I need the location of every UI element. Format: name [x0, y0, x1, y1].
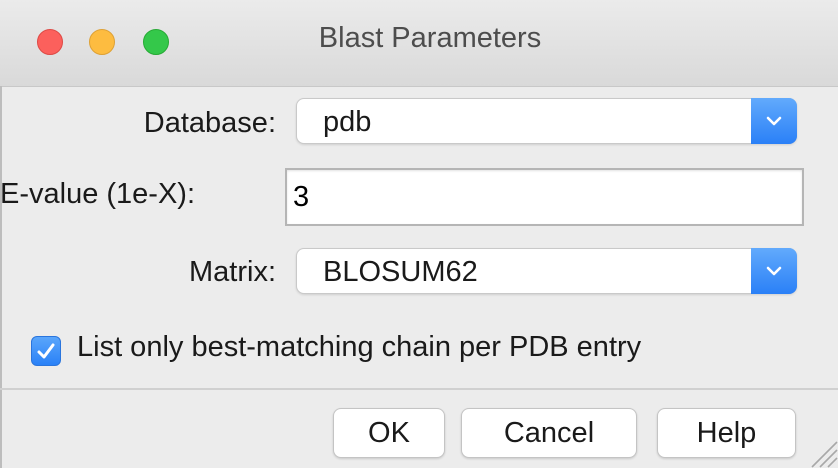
chevron-down-icon[interactable]: [751, 248, 797, 294]
database-select-value: pdb: [323, 106, 372, 138]
evalue-input[interactable]: 3: [285, 168, 804, 226]
resize-grip-icon[interactable]: [802, 432, 838, 468]
database-label: Database:: [143, 107, 276, 139]
chevron-down-icon[interactable]: [751, 98, 797, 144]
matrix-select-value: BLOSUM62: [323, 256, 478, 288]
title-bar[interactable]: Blast Parameters: [0, 0, 838, 87]
blast-parameters-dialog: Blast Parameters Database: pdb E-value (…: [0, 0, 838, 468]
checkmark-icon: [37, 343, 55, 359]
window-title: Blast Parameters: [318, 22, 542, 54]
help-button[interactable]: Help: [657, 408, 796, 458]
evalue-input-value: 3: [293, 181, 310, 213]
cancel-button[interactable]: Cancel: [461, 408, 637, 458]
best-chain-label[interactable]: List only best-matching chain per PDB en…: [77, 331, 641, 364]
window-left-border: [0, 86, 2, 468]
evalue-label: E-value (1e-X):: [0, 178, 196, 210]
matrix-select[interactable]: BLOSUM62: [296, 248, 797, 294]
button-separator: [0, 388, 838, 390]
best-chain-checkbox[interactable]: [31, 336, 61, 366]
database-select[interactable]: pdb: [296, 98, 797, 144]
matrix-label: Matrix:: [189, 256, 276, 288]
ok-button[interactable]: OK: [333, 408, 445, 458]
